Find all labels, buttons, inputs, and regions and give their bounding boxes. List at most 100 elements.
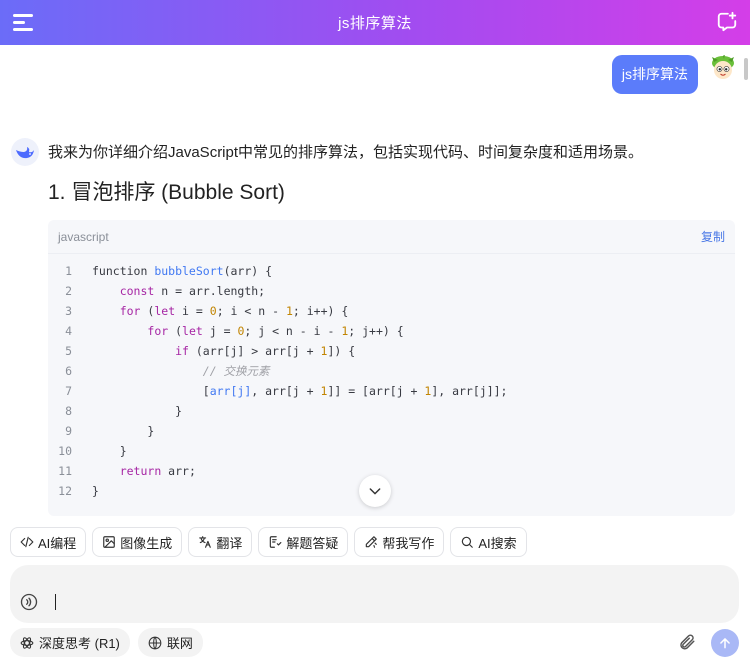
line-number: 6 [65,364,72,378]
line-number: 3 [65,304,72,318]
tool-chip-solve[interactable]: 解题答疑 [258,527,349,557]
tool-chip-label: AI搜索 [478,535,517,551]
code-token: if [175,344,189,358]
web-search-toggle[interactable]: 联网 [137,628,203,657]
section-heading: 1. 冒泡排序 (Bubble Sort) [48,181,285,204]
message-input[interactable] [44,589,644,613]
code-token: return [119,464,162,478]
tool-chip-label: 帮我写作 [382,535,435,551]
code-token: arr; [161,464,196,478]
code-token: ; i++) { [292,304,349,318]
tool-chip-ai-coding[interactable]: AI编程 [10,527,87,557]
code-token: ; j++) { [348,324,404,338]
image-icon [103,536,116,548]
code-text: function bubbleSort(arr) { [92,261,272,281]
code-text: const n = arr.length; [92,281,265,301]
line-number: 10 [58,444,72,458]
tool-chip-translate[interactable]: 翻译 [188,527,253,557]
line-number: 9 [65,424,72,438]
code-token: function [92,264,155,278]
code-token: 1 [285,304,293,318]
code-token: } [92,424,155,438]
tool-chip-ai-search[interactable]: AI搜索 [450,527,527,557]
code-text: for (let j = 0; j < n - i - 1; j++) { [92,321,404,341]
code-token: ]) { [327,344,356,358]
send-button[interactable] [711,629,739,657]
voice-icon[interactable] [20,593,38,611]
code-token: [ [92,384,210,398]
code-token: n = arr.length; [154,284,266,298]
whale-icon [16,147,34,159]
web-search-label: 联网 [166,636,193,651]
code-block-header: javascript 复制 [48,220,735,254]
scrollbar[interactable] [744,58,748,80]
code-line: 3 for (let i = 0; i < n - 1; i++) { [48,301,735,321]
code-line: 11 return arr; [48,461,735,481]
code-token: let [154,304,176,318]
code-text: for (let i = 0; i < n - 1; i++) { [92,301,349,321]
code-token: i = [175,304,210,318]
code-token: } [92,484,99,498]
line-number: 11 [58,464,72,478]
code-token: ; j < n - i - [244,324,342,338]
code-language-label: javascript [58,229,109,244]
code-token: arr[j] [209,384,252,398]
code-token: (arr) { [223,264,273,278]
scroll-to-bottom-button[interactable] [359,475,391,507]
code-icon [20,536,34,548]
tool-chip-image-generation[interactable]: 图像生成 [92,527,183,557]
paperclip-icon[interactable] [678,633,696,651]
code-token: , arr[j + [251,384,321,398]
line-number: 1 [65,264,72,278]
globe-icon [148,636,162,649]
code-token: let [182,324,203,338]
code-line: 4 for (let j = 0; j < n - i - 1; j++) { [48,321,735,341]
line-number: 12 [58,484,72,498]
line-number: 2 [65,284,72,298]
translate-icon [199,536,212,548]
pen-icon [366,536,378,548]
tool-chip-label: 翻译 [216,535,243,551]
code-text: return arr; [92,461,196,481]
text-caret [55,594,56,610]
code-token: } [92,404,183,418]
user-message-bubble: js排序算法 [611,55,698,94]
deep-think-toggle[interactable]: 深度思考 (R1) [10,628,130,657]
copy-code-button[interactable]: 复制 [701,228,725,245]
code-line: 10 } [48,441,735,461]
message-input-box[interactable] [10,565,739,623]
solve-icon [270,536,282,548]
code-lines: 1 function bubbleSort(arr) {2 const n = a… [48,254,735,501]
code-token: ( [140,304,155,318]
code-line: 5 if (arr[j] > arr[j + 1]) { [48,341,735,361]
code-text: } [92,401,182,421]
menu-icon[interactable] [13,13,33,31]
code-text: } [92,421,154,441]
code-line: 1 function bubbleSort(arr) { [48,261,735,281]
assistant-avatar [11,138,39,166]
top-header: js排序算法 [0,0,750,45]
code-line: 6 // 交换元素 [48,361,735,381]
code-text: [arr[j], arr[j + 1]] = [arr[j + 1], arr[… [92,381,508,401]
atom-icon [20,636,34,649]
code-token: ], arr[j]]; [431,384,508,398]
tool-chip-label: 图像生成 [120,535,173,551]
page-title: js排序算法 [338,15,412,32]
code-token: for [147,324,169,338]
code-line: 9 } [48,421,735,441]
code-line: 2 const n = arr.length; [48,281,735,301]
code-line: 12} [48,481,735,501]
tool-chip-writing[interactable]: 帮我写作 [354,527,445,557]
code-text: } [92,481,99,501]
line-number: 8 [65,404,72,418]
code-line: 8 } [48,401,735,421]
line-number: 4 [65,324,72,338]
new-chat-icon[interactable] [716,11,738,33]
user-avatar[interactable] [710,55,736,81]
